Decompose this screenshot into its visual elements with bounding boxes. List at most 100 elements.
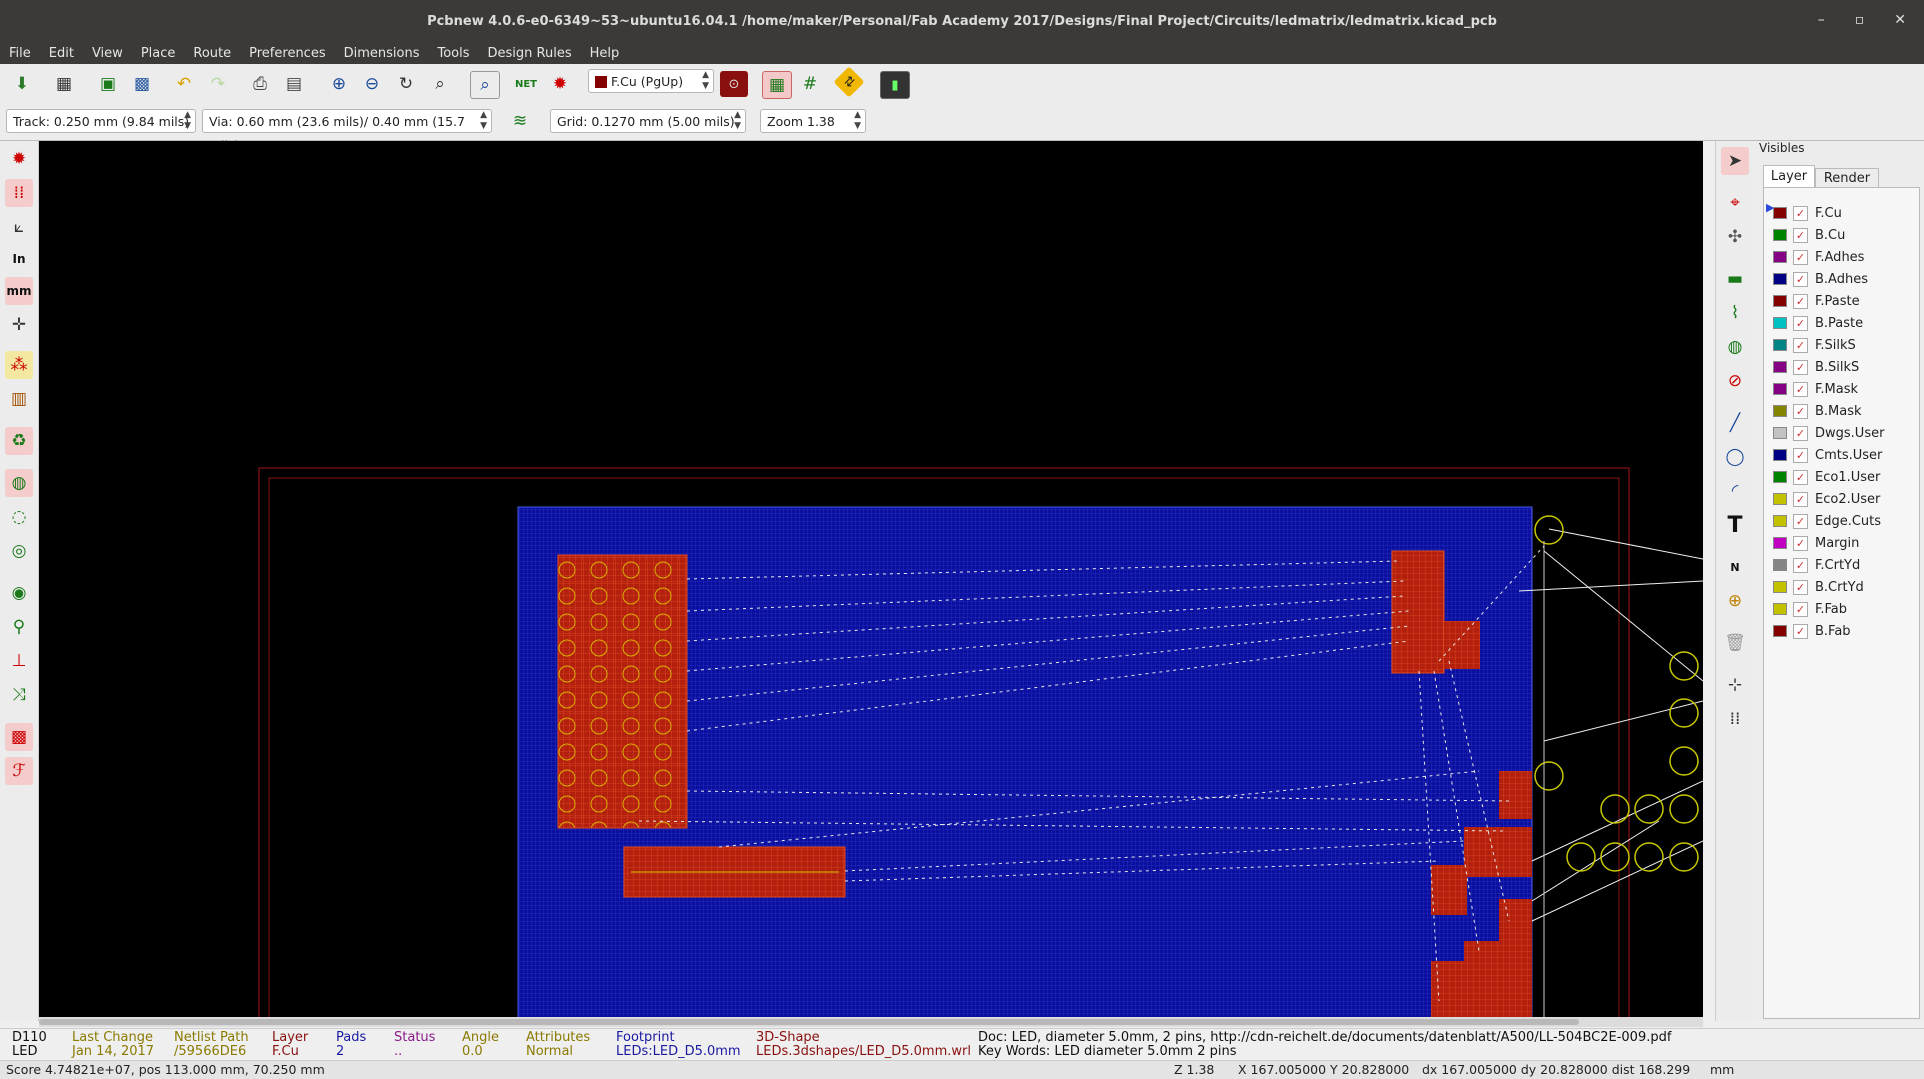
layer-row-cmts-user[interactable]: ✓ Cmts.User (1773, 445, 1882, 465)
footprint-editor-icon[interactable]: ▣ (94, 71, 122, 97)
layer-name[interactable]: F.Fab (1815, 602, 1847, 617)
undo-icon[interactable]: ↶ (170, 71, 198, 97)
units-mm-icon[interactable]: mm (5, 277, 33, 305)
layer-name[interactable]: B.Paste (1815, 316, 1863, 331)
layer-row-badhes[interactable]: ✓ B.Adhes (1773, 269, 1868, 289)
load-board-icon[interactable]: ⬇ (8, 71, 36, 97)
ratsnest-icon[interactable]: ⁂ (5, 351, 33, 379)
zoom-select[interactable]: Zoom 1.38 ▲ ▼ (760, 109, 866, 133)
layer-row-bmask[interactable]: ✓ B.Mask (1773, 401, 1862, 421)
layer-visibility-checkbox[interactable]: ✓ (1793, 469, 1808, 485)
module-ratsnest-icon[interactable]: ▥ (5, 385, 33, 413)
draw-circle-icon[interactable]: ◯ (1721, 443, 1749, 471)
layer-visibility-checkbox[interactable]: ✓ (1793, 249, 1808, 265)
layer-row-fmask[interactable]: ✓ F.Mask (1773, 379, 1858, 399)
set-origin-icon[interactable]: ⊹ (1721, 671, 1749, 699)
layer-color-swatch[interactable] (1773, 273, 1787, 285)
layer-row-bfab[interactable]: ✓ B.Fab (1773, 621, 1851, 641)
layer-color-swatch[interactable] (1773, 493, 1787, 505)
layer-row-bpaste[interactable]: ✓ B.Paste (1773, 313, 1863, 333)
layer-visibility-checkbox[interactable]: ✓ (1793, 447, 1808, 463)
layer-visibility-checkbox[interactable]: ✓ (1793, 425, 1808, 441)
layer-color-swatch[interactable] (1773, 229, 1787, 241)
layer-row-margin[interactable]: ✓ Margin (1773, 533, 1859, 553)
layer-visibility-checkbox[interactable]: ✓ (1793, 359, 1808, 375)
layer-visibility-checkbox[interactable]: ✓ (1793, 227, 1808, 243)
layer-name[interactable]: Cmts.User (1815, 448, 1882, 463)
auto-track-width-icon[interactable]: ≋ (506, 108, 534, 134)
zone-fill-icon[interactable]: ◍ (5, 469, 33, 497)
layer-color-swatch[interactable] (1773, 207, 1787, 219)
tab-layer[interactable]: Layer (1763, 165, 1815, 188)
layer-row-dwgs-user[interactable]: ✓ Dwgs.User (1773, 423, 1884, 443)
drc-icon[interactable]: ✹ (546, 71, 574, 97)
auto-delete-track-icon[interactable]: ♻ (5, 427, 33, 455)
grid-display-icon[interactable]: ⁞⁞ (5, 179, 33, 207)
layer-visibility-checkbox[interactable]: ✓ (1793, 557, 1808, 573)
layer-visibility-checkbox[interactable]: ✓ (1793, 337, 1808, 353)
layer-visibility-checkbox[interactable]: ✓ (1793, 579, 1808, 595)
close-icon[interactable]: ✕ (1894, 12, 1906, 28)
show-hide-layers-icon[interactable]: ℱ (5, 757, 33, 785)
grid-icon[interactable]: # (796, 71, 824, 97)
menu-design-rules[interactable]: Design Rules (479, 46, 581, 61)
select-arrow-icon[interactable]: ➤ (1721, 147, 1749, 175)
layer-name[interactable]: B.Mask (1815, 404, 1862, 419)
track-sketch-icon[interactable]: ⊥ (5, 647, 33, 675)
layer-row-fcu[interactable]: ✓ F.Cu (1773, 203, 1842, 223)
layer-row-fcrtyd[interactable]: ✓ F.CrtYd (1773, 555, 1860, 575)
layer-name[interactable]: Margin (1815, 536, 1859, 551)
layer-color-swatch[interactable] (1773, 295, 1787, 307)
highlight-net-icon[interactable]: ⌖ (1721, 189, 1749, 217)
menu-file[interactable]: File (0, 46, 40, 61)
layer-name[interactable]: F.Adhes (1815, 250, 1864, 265)
layer-color-swatch[interactable] (1773, 427, 1787, 439)
zone-no-fill-icon[interactable]: ◎ (5, 537, 33, 565)
layer-color-swatch[interactable] (1773, 537, 1787, 549)
layer-color-swatch[interactable] (1773, 339, 1787, 351)
delete-icon[interactable]: 🗑 (1721, 629, 1749, 657)
units-inch-icon[interactable]: In (5, 245, 33, 273)
layer-row-ffab[interactable]: ✓ F.Fab (1773, 599, 1847, 619)
keepout-area-icon[interactable]: ⊘ (1721, 367, 1749, 395)
layer-name[interactable]: Eco1.User (1815, 470, 1880, 485)
layer-visibility-checkbox[interactable]: ✓ (1793, 535, 1808, 551)
layer-name[interactable]: B.Adhes (1815, 272, 1868, 287)
layer-name[interactable]: B.SilkS (1815, 360, 1859, 375)
menu-view[interactable]: View (83, 46, 132, 61)
layer-name[interactable]: F.SilkS (1815, 338, 1856, 353)
layer-name[interactable]: Edge.Cuts (1815, 514, 1881, 529)
add-text-icon[interactable]: T (1721, 511, 1749, 539)
add-zone-icon[interactable]: ◍ (1721, 333, 1749, 361)
layer-alignment-icon[interactable]: ⊕ (1721, 587, 1749, 615)
menu-tools[interactable]: Tools (428, 46, 478, 61)
scripting-console-icon[interactable]: ▮ (880, 71, 910, 99)
layer-name[interactable]: F.Mask (1815, 382, 1858, 397)
layer-row-edge-cuts[interactable]: ✓ Edge.Cuts (1773, 511, 1881, 531)
layer-color-swatch[interactable] (1773, 383, 1787, 395)
autoroute-icon[interactable]: ⇅ (833, 66, 865, 98)
grid-select[interactable]: Grid: 0.1270 mm (5.00 mils) ▲ ▼ (550, 109, 746, 133)
menu-help[interactable]: Help (581, 46, 629, 61)
zoom-fit-icon[interactable]: ⌕ (426, 71, 454, 97)
track-width-select[interactable]: Track: 0.250 mm (9.84 mils) * ▲▼ (6, 109, 196, 153)
layer-color-swatch[interactable] (1773, 251, 1787, 263)
layer-name[interactable]: F.Cu (1815, 206, 1842, 221)
zoom-out-icon[interactable]: ⊖ (358, 71, 386, 97)
local-ratsnest-icon[interactable]: ✣ (1721, 223, 1749, 251)
draw-arc-icon[interactable]: ◜ (1721, 477, 1749, 505)
layer-color-swatch[interactable] (1773, 603, 1787, 615)
plot-icon[interactable]: ▤ (280, 71, 308, 97)
footprint-viewer-icon[interactable]: ▩ (128, 71, 156, 97)
microwave-toolbar-icon[interactable]: ▩ (5, 723, 33, 751)
print-icon[interactable]: ⎙ (246, 71, 274, 97)
layer-name[interactable]: B.Fab (1815, 624, 1851, 639)
layer-pair-icon[interactable]: ⊙ (720, 71, 748, 97)
layer-color-swatch[interactable] (1773, 515, 1787, 527)
layer-row-fpaste[interactable]: ✓ F.Paste (1773, 291, 1860, 311)
layer-visibility-checkbox[interactable]: ✓ (1793, 205, 1808, 221)
minimize-icon[interactable]: – (1818, 12, 1825, 28)
layer-color-swatch[interactable] (1773, 625, 1787, 637)
layer-visibility-checkbox[interactable]: ✓ (1793, 293, 1808, 309)
layer-visibility-checkbox[interactable]: ✓ (1793, 491, 1808, 507)
